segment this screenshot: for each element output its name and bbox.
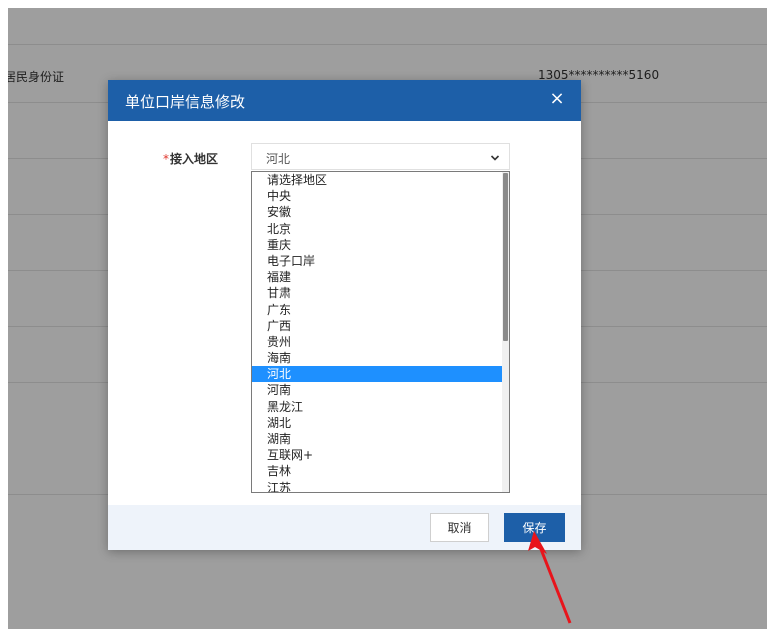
region-select[interactable]: 河北 — [251, 143, 510, 170]
dropdown-scrollbar-thumb[interactable] — [503, 173, 508, 341]
region-option[interactable]: 福建 — [252, 269, 503, 285]
region-option[interactable]: 河南 — [252, 382, 503, 398]
chevron-down-icon — [490, 155, 500, 161]
region-option[interactable]: 吉林 — [252, 463, 503, 479]
dialog-footer: 取消 保存 — [108, 505, 581, 550]
region-option[interactable]: 湖北 — [252, 415, 503, 431]
region-option[interactable]: 海南 — [252, 350, 503, 366]
region-label: *接入地区 — [163, 150, 218, 167]
region-option[interactable]: 甘肃 — [252, 285, 503, 301]
region-option[interactable]: 黑龙江 — [252, 399, 503, 415]
dropdown-scrollbar[interactable] — [502, 172, 509, 492]
dialog-title: 单位口岸信息修改 — [125, 93, 246, 111]
screen-margin — [0, 0, 767, 8]
region-option[interactable]: 北京 — [252, 221, 503, 237]
region-option[interactable]: 贵州 — [252, 334, 503, 350]
region-label-text: 接入地区 — [170, 152, 219, 166]
region-option[interactable]: 请选择地区 — [252, 172, 503, 188]
region-options: 请选择地区 中央 安徽 北京 重庆 电子口岸 福建 甘肃 广东 广西 贵州 海南 河北 河南 黑龙江 湖北 湖南… — [252, 172, 503, 492]
region-option[interactable]: 湖南 — [252, 431, 503, 447]
region-option[interactable]: 广西 — [252, 318, 503, 334]
dialog-header: 单位口岸信息修改 × — [108, 80, 581, 121]
required-mark: * — [163, 152, 169, 166]
region-option[interactable]: 电子口岸 — [252, 253, 503, 269]
annotation-arrow — [528, 531, 572, 624]
region-dropdown-list[interactable]: 请选择地区 中央 安徽 北京 重庆 电子口岸 福建 甘肃 广东 广西 贵州 海南 河北 河南 黑龙江 湖北 湖南… — [251, 171, 510, 493]
region-select-value: 河北 — [266, 152, 291, 166]
region-option[interactable]: 江苏 — [252, 480, 503, 492]
region-option[interactable]: 互联网+ — [252, 447, 503, 463]
region-option[interactable]: 中央 — [252, 188, 503, 204]
region-option[interactable]: 重庆 — [252, 237, 503, 253]
close-icon[interactable]: × — [547, 89, 567, 109]
screen-margin — [0, 0, 8, 629]
region-option[interactable]: 安徽 — [252, 204, 503, 220]
region-option[interactable]: 河北 — [252, 366, 503, 383]
edit-port-info-dialog: 单位口岸信息修改 × *接入地区 河北 请选择地区 中央 安徽 北京 重庆 电子口岸 福建甘… — [108, 80, 581, 550]
cancel-button[interactable]: 取消 — [430, 513, 489, 542]
region-option[interactable]: 广东 — [252, 302, 503, 318]
